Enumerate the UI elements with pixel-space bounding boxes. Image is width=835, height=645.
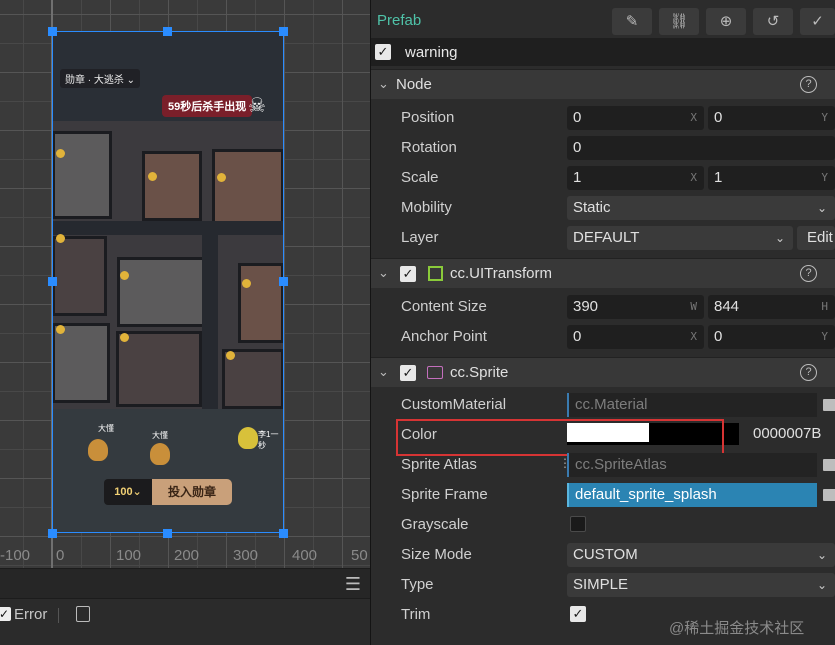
- console-filter-bar: ✓ Error: [0, 598, 370, 645]
- section-title: cc.UITransform: [450, 265, 552, 282]
- ruler-label: 100: [116, 547, 142, 564]
- asset-picker-icon[interactable]: [823, 459, 835, 471]
- scale-label: Scale: [401, 169, 439, 186]
- size-mode-label: Size Mode: [401, 546, 472, 563]
- layer-edit-button[interactable]: Edit: [797, 226, 835, 250]
- chevron-down-icon: ⌄: [816, 201, 827, 215]
- trim-checkbox[interactable]: ✓: [570, 606, 586, 622]
- content-size-label: Content Size: [401, 298, 487, 315]
- hamburger-menu-icon[interactable]: ☰: [345, 574, 361, 595]
- console-header: ☰: [0, 568, 370, 598]
- help-icon[interactable]: ?: [800, 364, 817, 381]
- type-select[interactable]: SIMPLE ⌄: [567, 573, 835, 597]
- resize-handle[interactable]: [163, 529, 172, 538]
- uitransform-icon: [428, 266, 443, 281]
- position-x-input[interactable]: 0X: [567, 106, 704, 130]
- custom-material-label: CustomMaterial: [401, 396, 507, 413]
- sprite-frame-field[interactable]: default_sprite_splash: [567, 483, 817, 507]
- section-title: Node: [396, 76, 432, 93]
- help-icon[interactable]: ?: [800, 76, 817, 93]
- resize-handle[interactable]: [279, 529, 288, 538]
- error-filter-checkbox[interactable]: ✓: [0, 607, 11, 621]
- uitransform-section-header[interactable]: ⌄ ✓ cc.UITransform ?: [371, 258, 835, 288]
- prefab-label: Prefab: [377, 12, 422, 29]
- resize-handle[interactable]: [279, 277, 288, 286]
- rotation-label: Rotation: [401, 139, 457, 156]
- help-icon[interactable]: ?: [800, 265, 817, 282]
- revert-icon[interactable]: ↺: [753, 8, 793, 35]
- component-enabled-checkbox[interactable]: ✓: [400, 365, 416, 381]
- position-label: Position: [401, 109, 455, 126]
- highlight-annotation: [396, 419, 724, 456]
- selection-rect[interactable]: [52, 31, 284, 533]
- grayscale-label: Grayscale: [401, 516, 469, 533]
- sprite-frame-label: Sprite Frame: [401, 486, 488, 503]
- chevron-down-icon: ⌄: [378, 265, 389, 280]
- section-title: cc.Sprite: [450, 364, 509, 381]
- resize-handle[interactable]: [48, 27, 57, 36]
- error-filter-label: Error: [14, 606, 48, 623]
- anchor-y-input[interactable]: 0Y: [708, 325, 835, 349]
- component-enabled-checkbox[interactable]: ✓: [400, 266, 416, 282]
- mobility-select[interactable]: Static ⌄: [567, 196, 835, 220]
- ruler-label: -100: [0, 547, 31, 564]
- ruler-label: 50: [351, 547, 368, 564]
- chevron-down-icon: ⌄: [774, 231, 785, 245]
- inspector-panel: Prefab ✎ ⛓ ⊕ ↺ ✓ ✓ warning ⌄ Node ? Posi…: [371, 0, 835, 645]
- node-active-checkbox[interactable]: ✓: [375, 44, 391, 60]
- chevron-down-icon: ⌄: [378, 364, 389, 379]
- color-hex-value[interactable]: 0000007B: [753, 425, 821, 442]
- custom-material-field[interactable]: cc.Material: [567, 393, 817, 417]
- layer-label: Layer: [401, 229, 439, 246]
- locate-icon[interactable]: ⊕: [706, 8, 746, 35]
- document-icon[interactable]: [76, 606, 90, 622]
- sprite-icon: [427, 366, 443, 379]
- resize-handle[interactable]: [48, 529, 57, 538]
- rotation-input[interactable]: 0: [567, 136, 835, 160]
- ruler-label: 200: [174, 547, 200, 564]
- scale-x-input[interactable]: 1X: [567, 166, 704, 190]
- trim-label: Trim: [401, 606, 431, 623]
- anchor-x-input[interactable]: 0X: [567, 325, 704, 349]
- mobility-label: Mobility: [401, 199, 452, 216]
- chevron-down-icon: ⌄: [816, 578, 827, 592]
- resize-handle[interactable]: [48, 277, 57, 286]
- scale-y-input[interactable]: 1Y: [708, 166, 835, 190]
- edit-icon[interactable]: ✎: [612, 8, 652, 35]
- watermark: @稀土掘金技术社区: [669, 620, 805, 637]
- grayscale-checkbox[interactable]: [570, 516, 586, 532]
- ruler-label: 300: [233, 547, 259, 564]
- unlink-icon[interactable]: ⛓: [659, 8, 699, 35]
- layer-select[interactable]: DEFAULT ⌄: [567, 226, 793, 250]
- sprite-atlas-field[interactable]: cc.SpriteAtlas: [567, 453, 817, 477]
- resize-handle[interactable]: [163, 27, 172, 36]
- scene-view[interactable]: 勋章 · 大逃杀 ⌄ 59秒后杀手出现 ☠ 大懂 大懂 李1一秒 100⌄ 投入…: [0, 0, 370, 568]
- resize-handle[interactable]: [279, 27, 288, 36]
- sprite-atlas-label: Sprite Atlas: [401, 456, 477, 473]
- size-mode-select[interactable]: CUSTOM ⌄: [567, 543, 835, 567]
- chevron-down-icon: ⌄: [816, 548, 827, 562]
- type-label: Type: [401, 576, 434, 593]
- apply-icon[interactable]: ✓: [800, 8, 835, 35]
- ruler-label: 400: [292, 547, 318, 564]
- content-size-h-input[interactable]: 844 H: [708, 295, 835, 319]
- asset-picker-icon[interactable]: [823, 399, 835, 411]
- ruler-label: 0: [56, 547, 65, 564]
- content-size-w-input[interactable]: 390 W: [567, 295, 704, 319]
- position-y-input[interactable]: 0Y: [708, 106, 835, 130]
- node-section-header[interactable]: ⌄ Node ?: [371, 69, 835, 99]
- divider: [58, 608, 59, 623]
- asset-picker-icon[interactable]: [823, 489, 835, 501]
- anchor-point-label: Anchor Point: [401, 328, 487, 345]
- sprite-section-header[interactable]: ⌄ ✓ cc.Sprite ?: [371, 357, 835, 387]
- node-name-field[interactable]: warning: [405, 44, 458, 61]
- chevron-down-icon: ⌄: [378, 76, 389, 91]
